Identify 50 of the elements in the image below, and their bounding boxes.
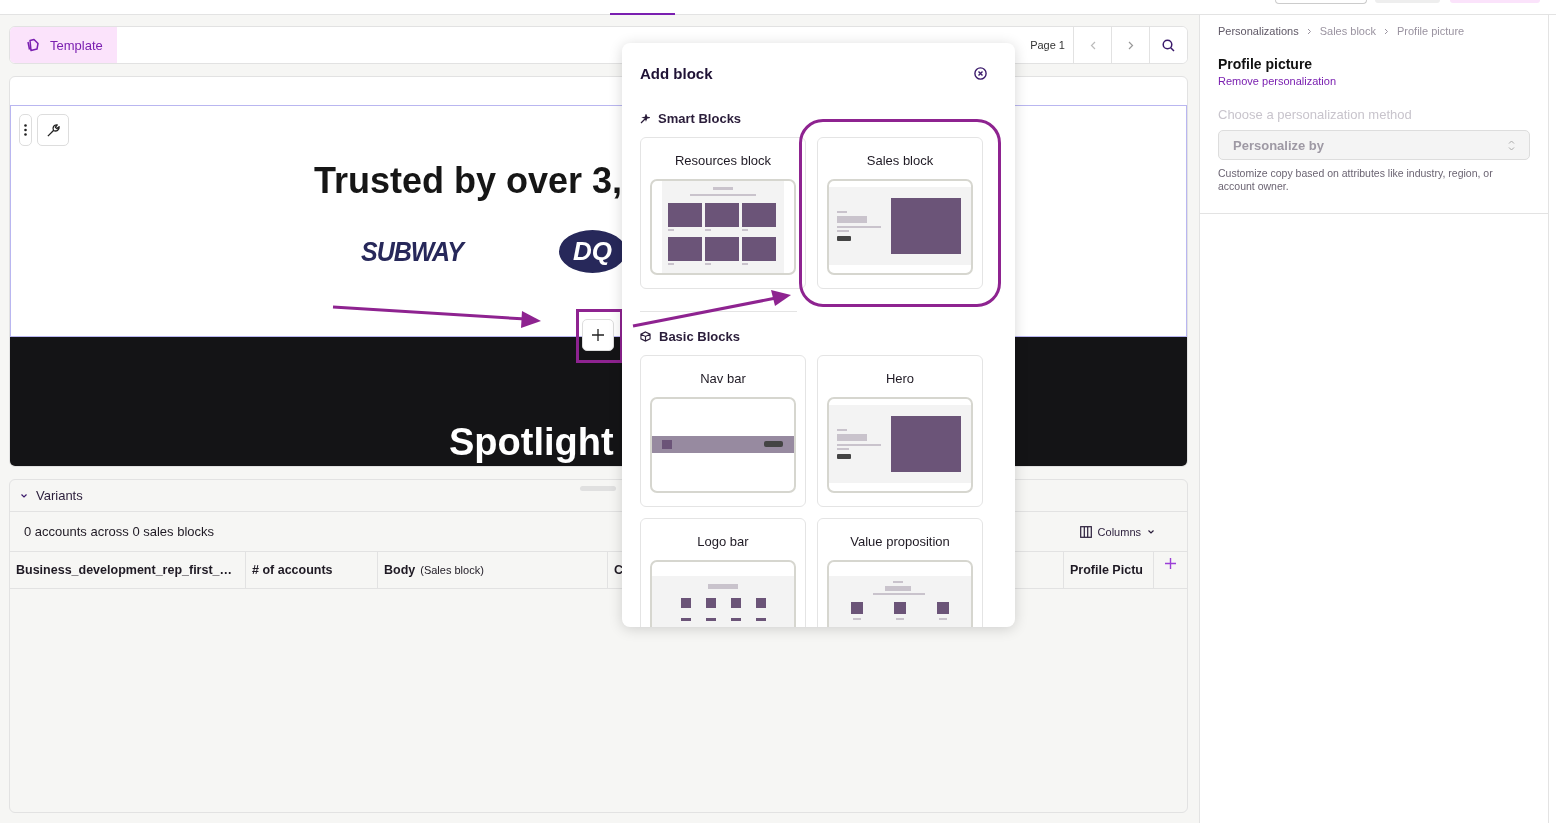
chevron-down-icon — [1147, 528, 1155, 535]
columns-button[interactable]: Columns — [1073, 524, 1161, 539]
plus-icon — [1165, 558, 1176, 569]
settings-button[interactable] — [37, 114, 69, 146]
chevron-left-icon — [1089, 40, 1096, 50]
close-icon — [974, 66, 987, 80]
block-card[interactable]: Value proposition — [817, 518, 983, 627]
remove-link[interactable]: Remove personalization — [1218, 75, 1530, 87]
block-card[interactable]: Logo bar — [640, 518, 806, 627]
breadcrumb: Sales block — [1319, 25, 1376, 37]
chevron-right-icon — [1127, 40, 1134, 50]
more-icon — [24, 124, 27, 136]
sort-icon — [1508, 139, 1515, 151]
block-card[interactable]: Resources block — [640, 137, 806, 289]
resize-handle[interactable] — [580, 486, 616, 491]
cube-icon — [640, 331, 651, 342]
search-icon — [1162, 38, 1175, 52]
breadcrumb[interactable]: Personalizations — [1218, 25, 1299, 37]
sparkle-icon — [640, 113, 650, 124]
column-header: Body (Sales block) — [378, 552, 608, 588]
popup-title: Add block — [640, 64, 713, 82]
add-block-button[interactable] — [582, 319, 614, 351]
pages-icon — [26, 38, 40, 52]
page-label: Page 1 — [1029, 38, 1066, 53]
column-header: Profile Pictu — [1064, 552, 1154, 588]
chevron-right-icon — [1384, 27, 1389, 35]
template-tab[interactable]: Template — [10, 27, 117, 63]
chevron-right-icon — [1306, 27, 1312, 35]
section-heading: Trusted by over 3, — [314, 160, 623, 202]
search-button[interactable] — [1149, 27, 1187, 63]
panel-title: Variants — [36, 488, 83, 503]
breadcrumb: Profile picture — [1397, 25, 1465, 37]
field-label: Choose a personalization method — [1218, 107, 1413, 122]
columns-icon — [1079, 525, 1092, 538]
wrench-icon — [45, 122, 61, 138]
section-title: Smart Blocks — [658, 111, 742, 126]
block-card[interactable]: Sales block — [817, 137, 983, 289]
close-button[interactable] — [974, 66, 987, 80]
more-button[interactable] — [19, 114, 32, 146]
plus-icon — [592, 329, 604, 341]
summary-text: 0 accounts across 0 sales blocks — [24, 524, 215, 539]
block-card[interactable]: Nav bar — [640, 355, 806, 507]
column-header: # of accounts — [246, 552, 378, 588]
column-header: Business_development_rep_first_… — [10, 552, 246, 588]
panel-title: Profile picture — [1218, 56, 1314, 72]
section-heading: Spotlight — [448, 421, 614, 464]
help-text: Customize copy based on attributes like industry, region, or account owner. — [1218, 167, 1494, 193]
toolbar-button[interactable] — [1275, 0, 1367, 4]
chevron-icon[interactable] — [20, 492, 28, 499]
block-card[interactable]: Hero — [817, 355, 983, 507]
